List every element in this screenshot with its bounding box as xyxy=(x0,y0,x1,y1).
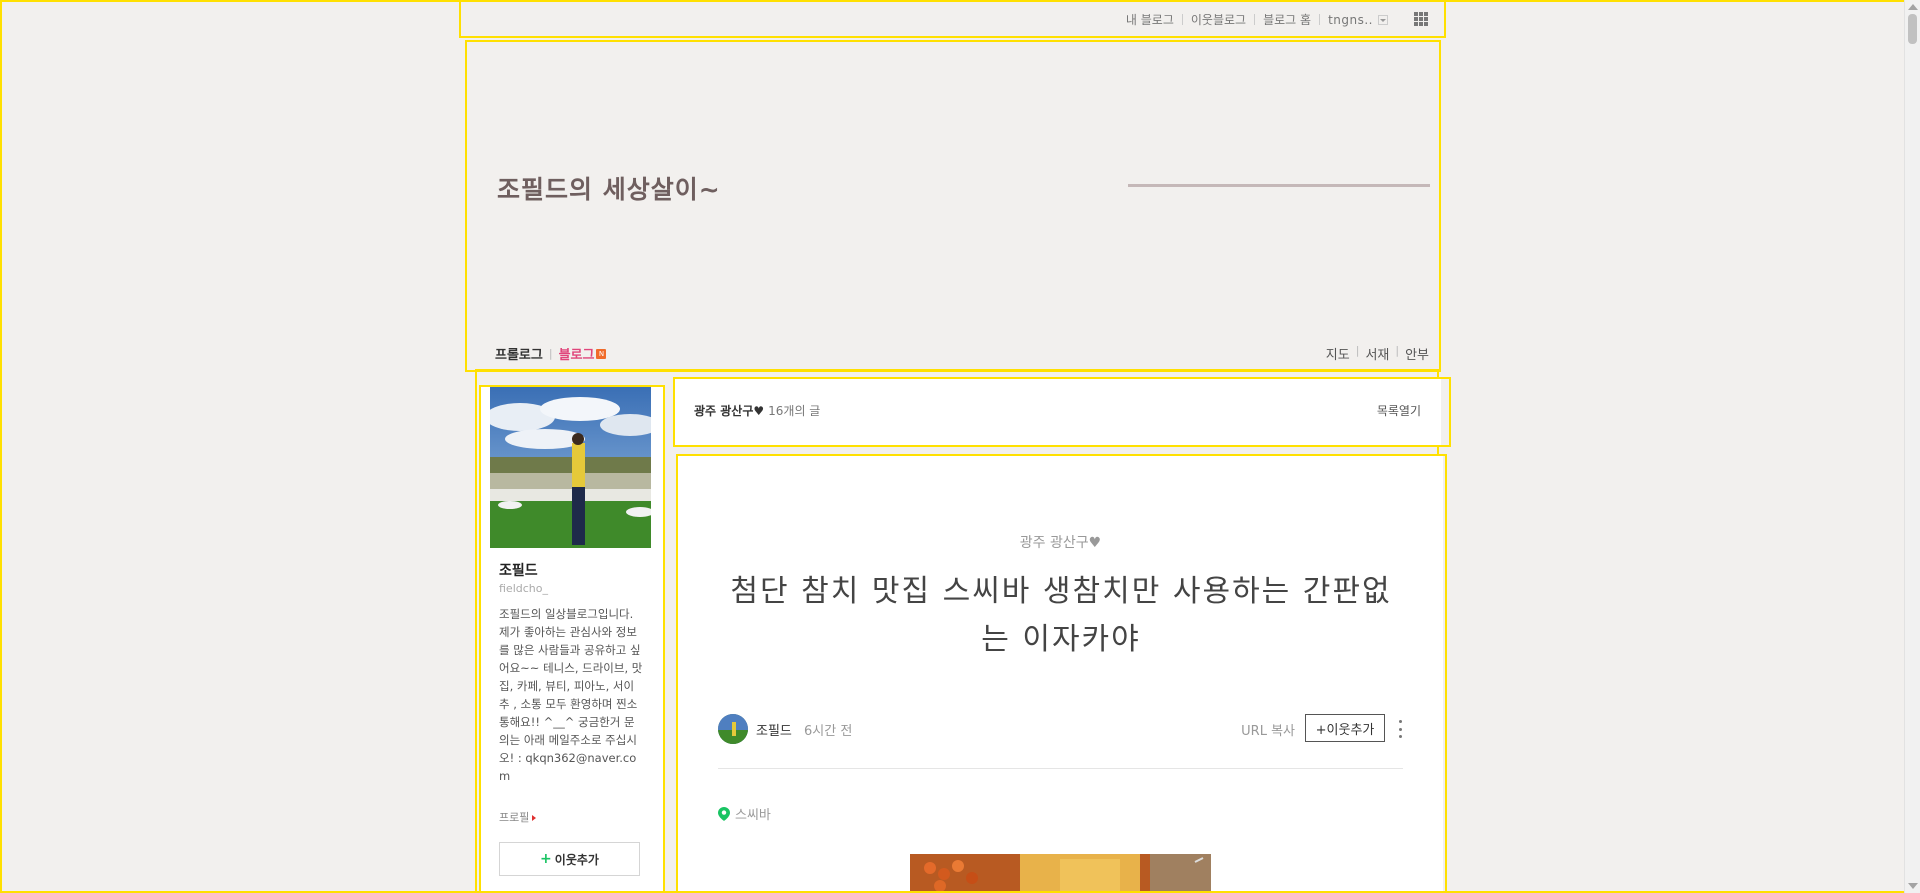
scroll-thumb[interactable] xyxy=(1908,14,1917,44)
scroll-up-icon[interactable] xyxy=(1908,4,1918,10)
top-bar-frame xyxy=(459,0,1446,38)
post-frame xyxy=(676,454,1447,893)
sidebar-frame xyxy=(479,385,665,893)
header-frame xyxy=(465,40,1441,372)
scroll-down-icon[interactable] xyxy=(1908,883,1918,889)
category-bar-frame xyxy=(673,377,1451,447)
vertical-scrollbar[interactable] xyxy=(1904,0,1920,893)
